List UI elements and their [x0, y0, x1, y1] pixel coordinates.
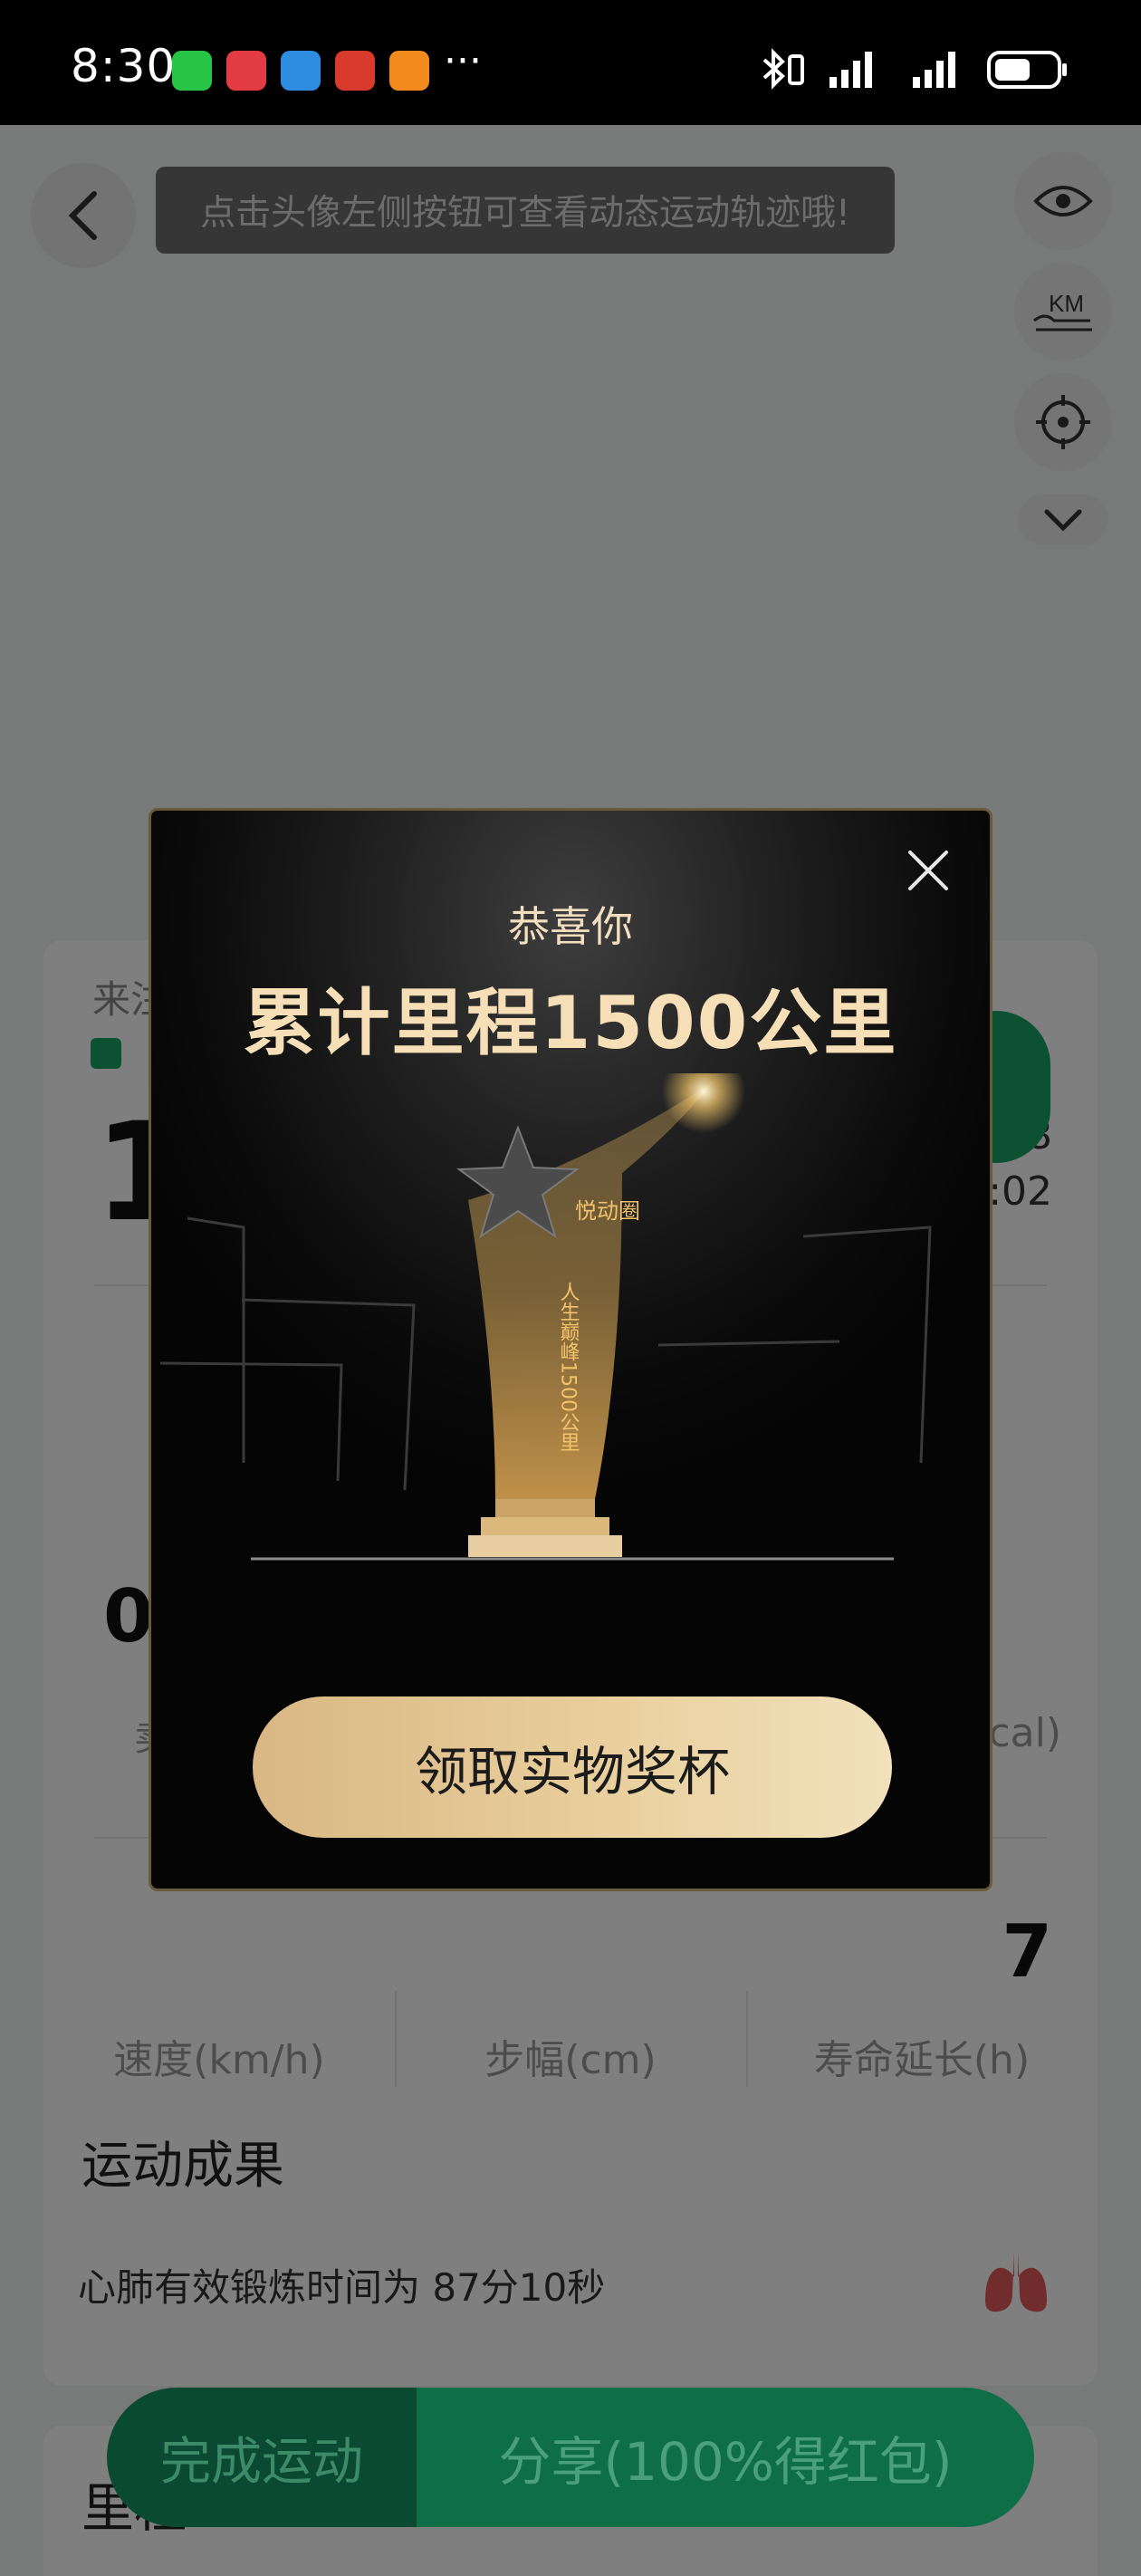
- trophy-image: 悦动圈 人生巅峰1500公里: [159, 1073, 932, 1561]
- trophy-engraving: 人生巅峰1500公里: [557, 1282, 580, 1452]
- battery-icon: [987, 51, 1067, 89]
- orange-app-icon: [389, 51, 429, 91]
- status-time: 8:30: [71, 40, 177, 92]
- claim-trophy-button[interactable]: 领取实物奖杯: [253, 1697, 892, 1838]
- trophy-brand: 悦动圈: [575, 1198, 640, 1224]
- finish-workout-button[interactable]: 完成运动: [107, 2388, 417, 2527]
- notification-icons: [172, 51, 429, 91]
- game-app-icon: [335, 51, 375, 91]
- bottom-action-bar: 完成运动 分享(100%得红包): [107, 2388, 1034, 2527]
- more-notifications: ···: [444, 38, 482, 84]
- browser-icon: [281, 51, 321, 91]
- red-app-icon: [226, 51, 266, 91]
- congrats-subtitle: 恭喜你: [508, 902, 633, 951]
- bluetooth-icon: [762, 48, 804, 90]
- status-indicators: [757, 47, 1069, 92]
- signal-icon: [829, 52, 872, 88]
- status-bar: 8:30 ···: [0, 0, 1141, 125]
- wechat-icon: [172, 51, 212, 91]
- achievement-title: 累计里程1500公里: [243, 981, 898, 1065]
- close-icon[interactable]: [903, 845, 954, 896]
- share-button[interactable]: 分享(100%得红包): [417, 2388, 1034, 2527]
- achievement-modal: 恭喜你 累计里程1500公里 悦动圈 人生巅峰1500公里 领取实物奖杯: [149, 808, 992, 1891]
- signal-icon-2: [913, 52, 955, 88]
